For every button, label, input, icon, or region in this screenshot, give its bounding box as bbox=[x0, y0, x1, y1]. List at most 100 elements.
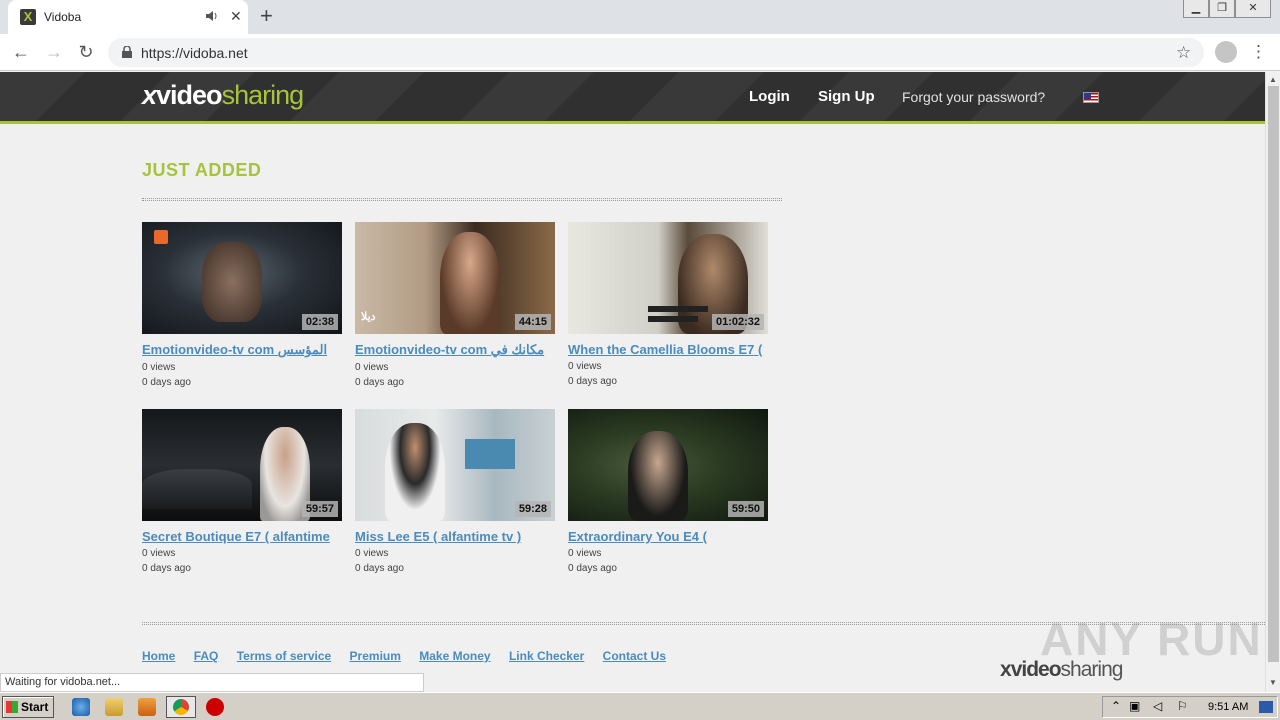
back-arrow-icon[interactable]: ← bbox=[10, 41, 32, 63]
video-card: 59:28 Miss Lee E5 ( alfantime tv ) 0 vie… bbox=[355, 409, 555, 574]
logo-sharing: sharing bbox=[221, 80, 305, 110]
footer-logo-sharing: sharing bbox=[1060, 658, 1124, 681]
video-age: 0 days ago bbox=[355, 377, 404, 388]
section-title: JUST ADDED bbox=[142, 160, 262, 180]
show-desktop-icon[interactable] bbox=[1259, 701, 1273, 713]
close-tab-icon[interactable]: ✕ bbox=[230, 8, 242, 24]
video-age: 0 days ago bbox=[568, 376, 617, 387]
scroll-down-arrow-icon[interactable]: ▼ bbox=[1269, 678, 1277, 687]
video-card: ديلا 44:15 Emotionvideo-tv com مكانك في … bbox=[355, 222, 555, 388]
login-link[interactable]: Login bbox=[749, 88, 790, 105]
footer-link-terms[interactable]: Terms of service bbox=[237, 649, 332, 663]
reload-icon[interactable]: ↻ bbox=[75, 41, 97, 63]
browser-tab-strip: X Vidoba ✕ + ▁ ❐ ✕ bbox=[0, 0, 1280, 34]
bookmark-star-icon[interactable]: ☆ bbox=[1176, 43, 1191, 63]
site-header: xvideosharing Login Sign Up Forgot your … bbox=[0, 72, 1265, 124]
forgot-password-link[interactable]: Forgot your password? bbox=[902, 89, 1045, 105]
url-text: https://vidoba.net bbox=[141, 45, 248, 61]
footer-link-make-money[interactable]: Make Money bbox=[419, 649, 490, 663]
video-age: 0 days ago bbox=[355, 563, 404, 574]
logo-x: x bbox=[142, 80, 157, 110]
page-scrollbar[interactable]: ▲ ▼ bbox=[1265, 72, 1280, 692]
video-duration: 02:38 bbox=[301, 314, 338, 330]
video-views: 0 views bbox=[568, 361, 602, 372]
tab-title: Vidoba bbox=[44, 10, 82, 24]
video-title-link[interactable]: Emotionvideo-tv com المؤسس bbox=[142, 342, 342, 358]
video-thumbnail[interactable]: ديلا 44:15 bbox=[355, 222, 555, 334]
footer-link-home[interactable]: Home bbox=[142, 649, 175, 663]
chrome-icon bbox=[173, 699, 189, 715]
scroll-up-arrow-icon[interactable]: ▲ bbox=[1269, 75, 1277, 84]
video-card: 01:02:32 When the Camellia Blooms E7 ( 0… bbox=[568, 222, 768, 387]
video-duration: 59:28 bbox=[514, 501, 551, 517]
video-age: 0 days ago bbox=[142, 377, 191, 388]
video-views: 0 views bbox=[142, 362, 176, 373]
browser-menu-icon[interactable]: ⋮ bbox=[1250, 41, 1267, 63]
video-duration: 44:15 bbox=[514, 314, 551, 330]
video-duration: 01:02:32 bbox=[711, 314, 764, 330]
lock-icon bbox=[122, 46, 132, 58]
close-window-button[interactable]: ✕ bbox=[1235, 0, 1271, 18]
video-thumbnail[interactable]: 59:28 bbox=[355, 409, 555, 521]
footer-logo[interactable]: xvideosharing bbox=[1000, 658, 1124, 682]
browser-tab[interactable]: X Vidoba ✕ bbox=[8, 0, 248, 34]
file-explorer-icon[interactable] bbox=[105, 698, 123, 716]
video-card: 59:50 Extraordinary You E4 ( 0 views 0 d… bbox=[568, 409, 768, 574]
profile-avatar-icon[interactable] bbox=[1215, 41, 1237, 63]
footer-link-link-checker[interactable]: Link Checker bbox=[509, 649, 584, 663]
video-views: 0 views bbox=[355, 548, 389, 559]
security-app-icon[interactable] bbox=[206, 698, 224, 716]
new-tab-button[interactable]: + bbox=[260, 5, 273, 27]
site-logo[interactable]: xvideosharing bbox=[142, 80, 305, 111]
video-thumbnail[interactable]: 59:57 bbox=[142, 409, 342, 521]
video-title-link[interactable]: Miss Lee E5 ( alfantime tv ) bbox=[355, 529, 555, 544]
media-player-icon[interactable] bbox=[138, 698, 156, 716]
footer-link-faq[interactable]: FAQ bbox=[194, 649, 219, 663]
browser-status-bar: Waiting for vidoba.net... bbox=[0, 673, 424, 692]
volume-icon[interactable]: ◁ bbox=[1153, 699, 1162, 713]
minimize-window-button[interactable]: ▁ bbox=[1183, 0, 1209, 18]
footer-logo-video: video bbox=[1010, 658, 1062, 681]
video-card: 02:38 Emotionvideo-tv com المؤسس 0 views… bbox=[142, 222, 342, 388]
page-viewport: xvideosharing Login Sign Up Forgot your … bbox=[0, 72, 1265, 692]
start-button[interactable]: Start bbox=[2, 696, 54, 718]
video-thumbnail[interactable]: 59:50 bbox=[568, 409, 768, 521]
footer-link-premium[interactable]: Premium bbox=[350, 649, 401, 663]
footer-nav: Home FAQ Terms of service Premium Make M… bbox=[142, 649, 681, 663]
video-title-link[interactable]: When the Camellia Blooms E7 ( bbox=[568, 342, 768, 357]
windows-logo-icon bbox=[6, 701, 18, 713]
network-icon[interactable]: ▣ bbox=[1129, 699, 1140, 713]
address-bar[interactable]: https://vidoba.net ☆ bbox=[108, 38, 1204, 67]
video-card: 59:57 Secret Boutique E7 ( alfantime 0 v… bbox=[142, 409, 342, 574]
start-label: Start bbox=[21, 700, 49, 714]
browser-toolbar: ← → ↻ https://vidoba.net ☆ bbox=[0, 34, 1280, 71]
video-views: 0 views bbox=[568, 548, 602, 559]
video-thumbnail[interactable]: 02:38 bbox=[142, 222, 342, 334]
video-age: 0 days ago bbox=[568, 563, 617, 574]
speaker-icon[interactable] bbox=[205, 9, 219, 23]
footer-link-contact[interactable]: Contact Us bbox=[603, 649, 666, 663]
show-hidden-icons-icon[interactable]: ⌃ bbox=[1111, 699, 1121, 713]
section-divider bbox=[142, 198, 782, 201]
video-title-link[interactable]: Extraordinary You E4 ( bbox=[568, 529, 768, 544]
video-views: 0 views bbox=[142, 548, 176, 559]
logo-video: video bbox=[156, 80, 223, 110]
signup-link[interactable]: Sign Up bbox=[818, 88, 875, 105]
system-tray: ⌃ ▣ ◁ ⚐ bbox=[1102, 696, 1278, 718]
video-age: 0 days ago bbox=[142, 563, 191, 574]
internet-explorer-icon[interactable] bbox=[72, 698, 90, 716]
scrollbar-thumb[interactable] bbox=[1268, 86, 1279, 662]
site-favicon-icon: X bbox=[20, 9, 36, 25]
taskbar-clock[interactable]: 9:51 AM bbox=[1208, 701, 1248, 713]
forward-arrow-icon[interactable]: → bbox=[43, 41, 65, 63]
video-title-link[interactable]: Secret Boutique E7 ( alfantime bbox=[142, 529, 342, 544]
restore-window-button[interactable]: ❐ bbox=[1209, 0, 1235, 18]
us-flag-icon[interactable] bbox=[1083, 92, 1099, 103]
windows-taskbar: Start ⌃ ▣ ◁ ⚐ 9:51 AM bbox=[0, 692, 1280, 720]
chrome-taskbar-button[interactable] bbox=[166, 696, 196, 718]
action-center-flag-icon[interactable]: ⚐ bbox=[1177, 699, 1188, 713]
video-duration: 59:57 bbox=[301, 501, 338, 517]
video-thumbnail[interactable]: 01:02:32 bbox=[568, 222, 768, 334]
video-title-link[interactable]: Emotionvideo-tv com مكانك في bbox=[355, 342, 555, 358]
footer-logo-x: x bbox=[1000, 658, 1012, 681]
